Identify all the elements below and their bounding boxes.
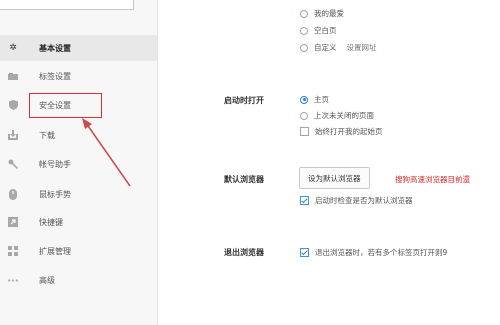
- sidebar-item-label: 基本设置: [39, 43, 71, 53]
- startup-option-homepage[interactable]: 主页: [300, 94, 329, 105]
- exit-browser-multi-tab-warning[interactable]: 退出浏览器时，若有多个标签页打开则9: [300, 247, 447, 258]
- gear-icon: ✲: [9, 43, 17, 53]
- annotation-highlight-box: [29, 93, 102, 118]
- option-label: 空白页: [314, 26, 337, 35]
- option-label: 我的最爱: [314, 9, 344, 18]
- sidebar-item-label: 标签设置: [39, 71, 71, 81]
- sidebar-item-label: 帐号助手: [39, 159, 71, 169]
- set-default-browser-button[interactable]: 设为默认浏览器: [299, 167, 370, 189]
- sidebar-item-shortcuts[interactable]: 快捷键: [0, 209, 157, 235]
- download-icon: [8, 130, 18, 140]
- extensions-icon: [8, 246, 18, 256]
- homepage-option-custom[interactable]: 自定义 设置网址: [300, 42, 377, 53]
- shortcut-icon: [8, 217, 18, 227]
- option-label: 启动时检查是否为默认浏览器: [315, 196, 413, 205]
- radio-button-checked[interactable]: [300, 95, 308, 104]
- startup-always-open-start-page[interactable]: 始终打开我的起始页: [300, 126, 383, 137]
- settings-main-panel: 我的最爱 空白页 自定义 设置网址 启动时打开 主页 上次未关闭的页面 始终打开…: [158, 0, 500, 325]
- homepage-option-favorites[interactable]: 我的最爱: [300, 8, 344, 19]
- annotation-arrow: [82, 118, 131, 187]
- more-icon: [8, 275, 18, 285]
- default-browser-warning: 搜狗高速浏览器目前還: [395, 175, 470, 184]
- shield-icon: [8, 100, 18, 110]
- sidebar-item-label: 扩展管理: [39, 246, 71, 256]
- option-label: 退出浏览器时，若有多个标签页打开则9: [315, 248, 448, 257]
- exit-browser-section-label: 退出浏览器: [224, 248, 264, 257]
- key-icon: [8, 159, 18, 169]
- default-browser-section-label: 默认浏览器: [224, 175, 264, 184]
- mouse-icon: [8, 188, 18, 200]
- radio-button[interactable]: [300, 111, 308, 120]
- option-label: 主页: [314, 95, 329, 104]
- option-label: 始终打开我的起始页: [315, 127, 383, 136]
- checkbox-checked[interactable]: [300, 248, 309, 257]
- sidebar-item-extensions[interactable]: 扩展管理: [0, 238, 157, 264]
- homepage-option-blank[interactable]: 空白页: [300, 25, 337, 36]
- checkbox-checked[interactable]: [300, 196, 309, 205]
- option-label: 自定义: [314, 43, 337, 52]
- startup-section-label: 启动时打开: [224, 96, 264, 105]
- sidebar-item-label: 鼠标手势: [39, 189, 71, 199]
- radio-button[interactable]: [300, 9, 308, 18]
- sidebar-item-tab-settings[interactable]: 标签设置: [0, 63, 157, 89]
- startup-option-last-session[interactable]: 上次未关闭的页面: [300, 110, 374, 121]
- check-default-on-start[interactable]: 启动时检查是否为默认浏览器: [300, 195, 413, 206]
- sidebar-item-basic-settings[interactable]: ✲ 基本设置: [0, 35, 157, 61]
- sidebar-item-label: 下载: [39, 130, 55, 140]
- sidebar-item-label: 快捷键: [39, 217, 63, 227]
- checkbox[interactable]: [300, 127, 309, 136]
- sidebar-search-box[interactable]: [0, 0, 134, 10]
- sidebar-item-advanced[interactable]: 高级: [0, 267, 157, 293]
- radio-button[interactable]: [300, 26, 308, 35]
- tab-icon: [8, 71, 18, 81]
- option-label: 上次未关闭的页面: [314, 111, 374, 120]
- sidebar-item-label: 高级: [39, 275, 55, 285]
- set-url-link[interactable]: 设置网址: [347, 42, 377, 53]
- radio-button[interactable]: [300, 43, 308, 52]
